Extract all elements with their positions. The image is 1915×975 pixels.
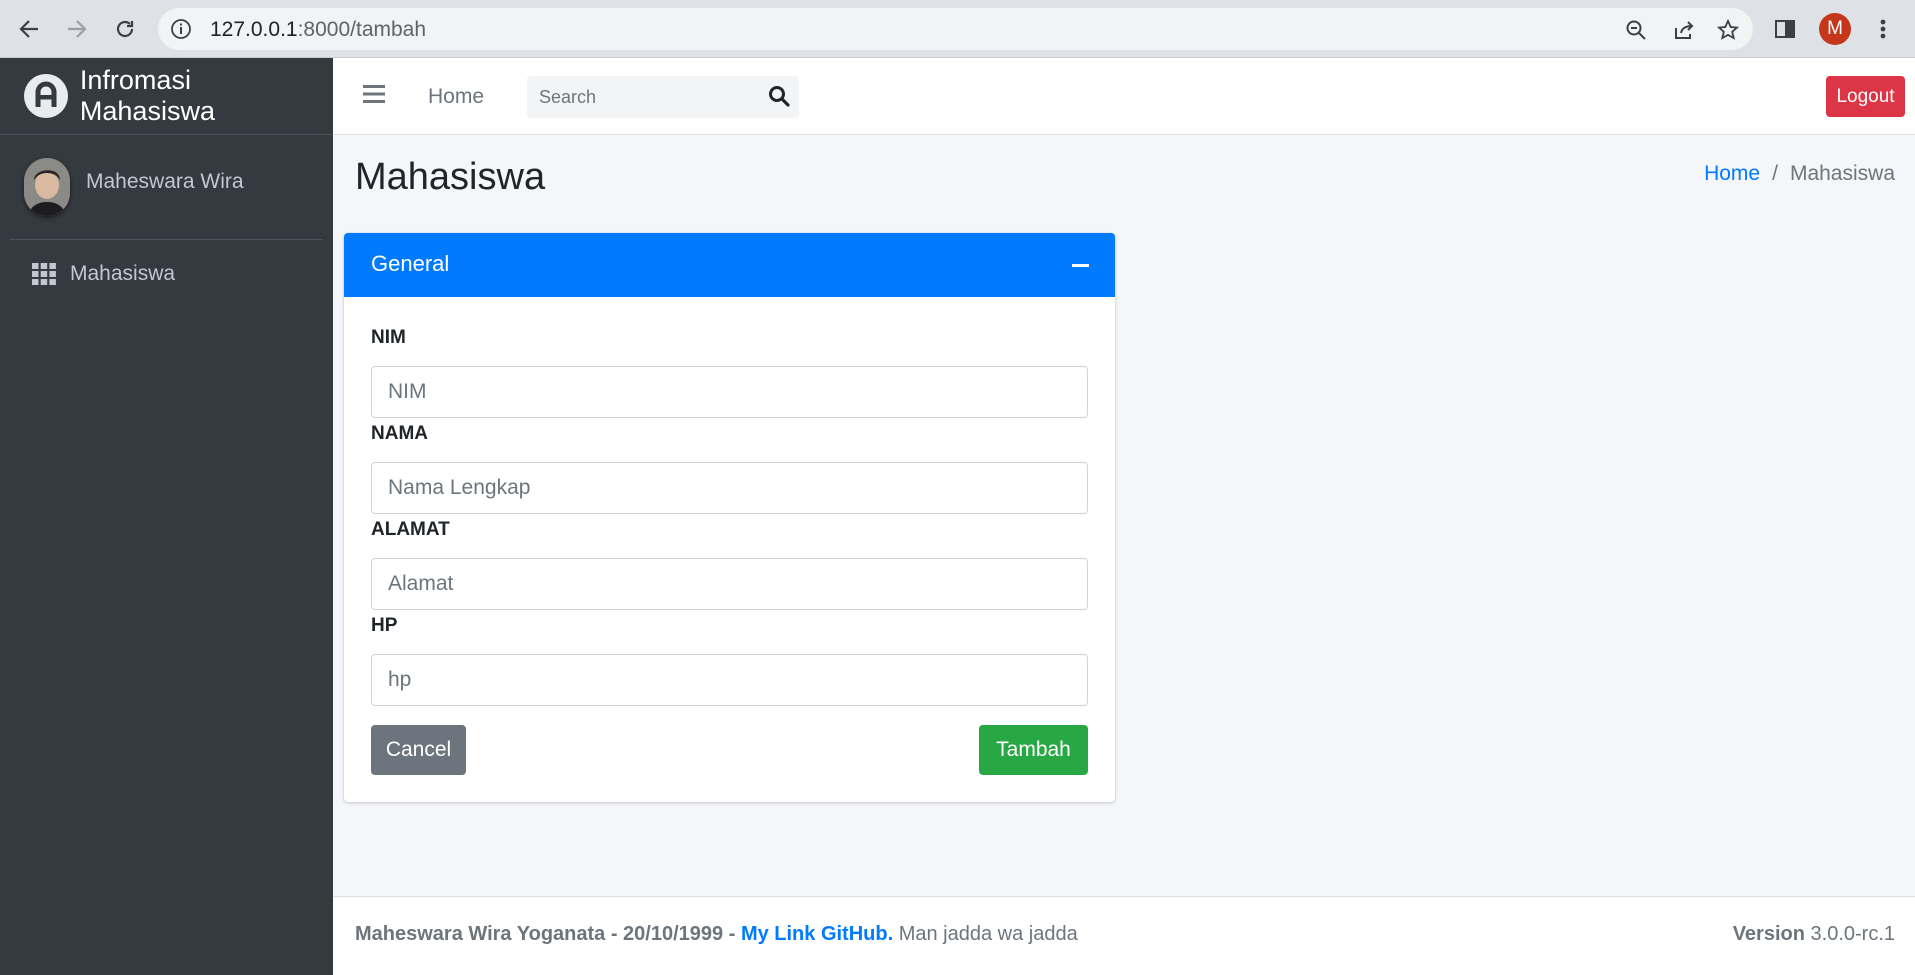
brand-link[interactable]: Infromasi Mahasiswa <box>0 58 333 135</box>
nama-label: NAMA <box>371 423 428 444</box>
brand-logo-icon <box>24 74 68 118</box>
sidebar-item-mahasiswa[interactable]: Mahasiswa <box>32 262 333 286</box>
menu-toggle-icon[interactable] <box>363 84 385 109</box>
general-card: General NIM NIM NAMA Nama Lengkap ALAMAT… <box>344 233 1115 802</box>
footer-credit: Maheswara Wira Yoganata - 20/10/1999 - M… <box>355 923 1078 946</box>
breadcrumb-separator: / <box>1772 162 1778 185</box>
logout-button[interactable]: Logout <box>1826 76 1905 117</box>
zoom-icon[interactable] <box>1623 17 1649 43</box>
hp-label: HP <box>371 615 398 636</box>
nim-field[interactable]: NIM <box>371 366 1088 418</box>
forward-button[interactable] <box>60 12 94 46</box>
browser-menu-button[interactable] <box>1866 12 1900 46</box>
profile-avatar: M <box>1819 13 1851 45</box>
share-icon[interactable] <box>1671 17 1697 43</box>
top-navbar: Home Search Logout <box>333 58 1915 135</box>
arrow-left-icon <box>19 20 38 38</box>
hp-field[interactable]: hp <box>371 654 1088 706</box>
hp-placeholder: hp <box>388 668 412 691</box>
side-panel-icon <box>1775 20 1795 38</box>
footer-version: Version 3.0.0-rc.1 <box>1733 923 1895 946</box>
grid-icon <box>32 263 56 285</box>
collapse-minus-icon[interactable] <box>1072 264 1089 267</box>
user-name[interactable]: Maheswara Wira <box>86 170 244 194</box>
breadcrumb: Home / Mahasiswa <box>1704 162 1895 186</box>
footer-author: Maheswara Wira Yoganata - 20/10/1999 - <box>355 923 736 945</box>
reload-icon <box>116 20 134 38</box>
page-title: Mahasiswa <box>355 156 546 198</box>
card-header: General <box>344 233 1115 297</box>
kebab-menu-icon <box>1880 19 1886 39</box>
star-icon[interactable] <box>1715 17 1741 43</box>
sidebar-item-label: Mahasiswa <box>70 262 176 285</box>
search-icon[interactable] <box>767 84 791 113</box>
nav-home-link[interactable]: Home <box>428 85 484 109</box>
back-button[interactable] <box>12 12 46 46</box>
profile-button[interactable]: M <box>1818 12 1852 46</box>
alamat-placeholder: Alamat <box>388 572 454 595</box>
tambah-button[interactable]: Tambah <box>979 725 1088 775</box>
browser-toolbar: 127.0.0.1:8000/tambah M <box>0 0 1915 58</box>
sidebar: Infromasi Mahasiswa Maheswara Wira Mahas… <box>0 58 333 975</box>
url-host: 127.0.0.1 <box>210 18 298 41</box>
card-title: General <box>371 251 450 276</box>
github-link[interactable]: My Link GitHub. <box>741 923 893 945</box>
search-input[interactable]: Search <box>527 76 799 118</box>
url-text: 127.0.0.1:8000/tambah <box>210 18 426 42</box>
version-label: Version <box>1732 923 1805 945</box>
nim-label: NIM <box>371 327 406 348</box>
footer: Maheswara Wira Yoganata - 20/10/1999 - M… <box>333 896 1915 975</box>
version-number: 3.0.0-rc.1 <box>1810 923 1895 945</box>
url-path: :8000/tambah <box>297 18 427 41</box>
avatar[interactable] <box>24 158 70 216</box>
address-bar[interactable]: 127.0.0.1:8000/tambah <box>158 8 1753 50</box>
nim-placeholder: NIM <box>388 380 427 403</box>
nama-field[interactable]: Nama Lengkap <box>371 462 1088 514</box>
search-placeholder: Search <box>539 87 597 107</box>
side-panel-button[interactable] <box>1768 12 1802 46</box>
alamat-label: ALAMAT <box>371 519 450 540</box>
user-panel: Maheswara Wira <box>10 135 323 240</box>
reload-button[interactable] <box>108 12 142 46</box>
arrow-right-icon <box>68 20 87 38</box>
nama-placeholder: Nama Lengkap <box>388 476 531 499</box>
cancel-button[interactable]: Cancel <box>371 725 466 775</box>
user-photo-icon <box>24 158 70 216</box>
breadcrumb-home-link[interactable]: Home <box>1704 162 1760 186</box>
brand-text: Infromasi Mahasiswa <box>79 65 215 126</box>
footer-motto: Man jadda wa jadda <box>898 923 1078 945</box>
alamat-field[interactable]: Alamat <box>371 558 1088 610</box>
breadcrumb-current: Mahasiswa <box>1789 162 1895 185</box>
site-info-icon[interactable] <box>170 18 192 45</box>
card-body: NIM NIM NAMA Nama Lengkap ALAMAT Alamat … <box>344 297 1115 706</box>
